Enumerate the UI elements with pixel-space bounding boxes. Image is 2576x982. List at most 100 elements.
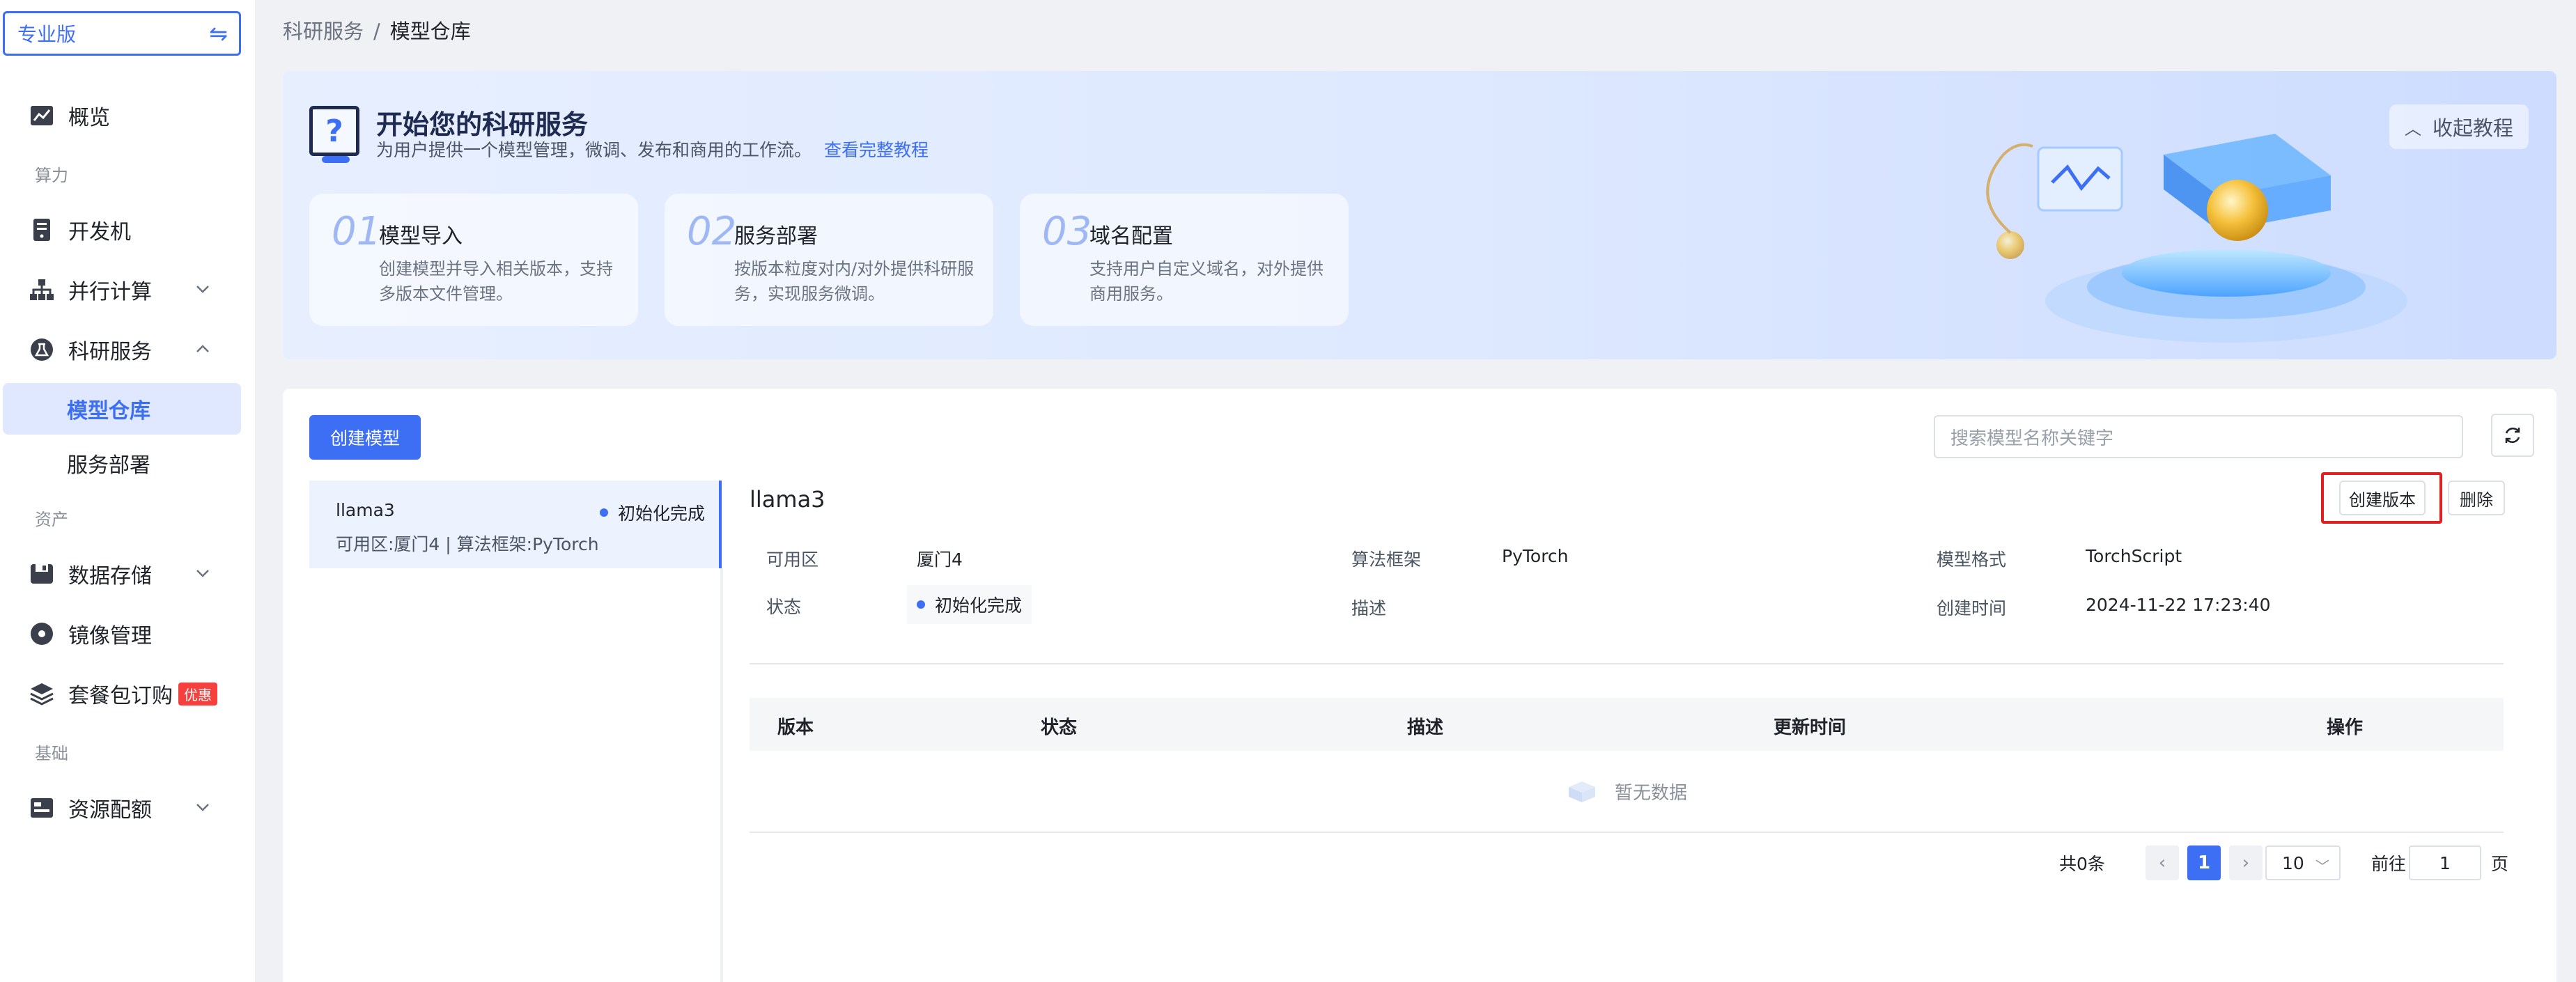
chevron-up-icon	[196, 345, 209, 352]
layers-icon	[28, 680, 56, 708]
sidebar-item-label: 科研服务	[68, 340, 152, 364]
column-header-desc: 描述	[1407, 717, 1444, 738]
promo-badge: 优惠	[178, 682, 217, 706]
created-value: 2024-11-22 17:23:40	[2086, 595, 2271, 615]
sidebar-item-label: 开发机	[68, 220, 131, 244]
tutorial-link[interactable]: 查看完整教程	[824, 140, 929, 160]
collapse-tutorial-label: 收起教程	[2432, 116, 2513, 140]
sidebar-item-label: 并行计算	[68, 280, 152, 304]
model-list-item[interactable]: llama3 初始化完成 可用区:厦门4 | 算法框架:PyTorch	[309, 481, 722, 568]
column-header-status: 状态	[1041, 717, 1078, 738]
disc-icon	[28, 620, 56, 648]
chevron-left-icon: ‹	[2158, 852, 2166, 873]
step-desc: 创建模型并导入相关版本，支持多版本文件管理。	[379, 259, 613, 304]
nav-group-basic: 基础	[35, 744, 68, 763]
question-icon-stand	[322, 156, 350, 163]
sidebar-item-label: 服务部署	[67, 453, 150, 478]
created-label: 创建时间	[1937, 598, 2007, 618]
storage-icon	[28, 560, 56, 588]
zone-value: 厦门4	[917, 550, 963, 570]
sidebar-item-resource-quota[interactable]: 资源配额	[0, 780, 255, 836]
edition-label: 专业版	[17, 23, 77, 46]
network-icon	[28, 276, 56, 304]
sidebar-item-label: 套餐包订购	[68, 684, 173, 708]
chart-icon	[28, 102, 56, 130]
banner-subtitle: 为用户提供一个模型管理，微调、发布和商用的工作流。 查看完整教程	[376, 137, 929, 162]
sidebar-item-label: 模型仓库	[67, 399, 150, 423]
goto-page-input[interactable]: 1	[2409, 845, 2481, 880]
swap-icon: ⇋	[209, 20, 228, 47]
refresh-button[interactable]	[2491, 414, 2534, 457]
divider	[750, 663, 2504, 664]
breadcrumb-separator: /	[373, 20, 380, 43]
sidebar-item-overview[interactable]: 概览	[0, 88, 255, 143]
search-input[interactable]: 搜索模型名称关键字	[1934, 415, 2463, 458]
status-text: 初始化完成	[935, 595, 1023, 616]
goto-prefix: 前往	[2371, 854, 2407, 874]
sidebar-item-service-deploy[interactable]: 服务部署	[0, 437, 255, 489]
status-dot	[599, 508, 608, 517]
page-size-select[interactable]: 10 ﹀	[2265, 845, 2341, 880]
chevron-up-icon: ︿	[2404, 118, 2421, 139]
breadcrumb: 科研服务 / 模型仓库	[283, 15, 471, 45]
sidebar-item-parallel[interactable]: 并行计算	[0, 262, 255, 318]
step-card-1: 01 模型导入 创建模型并导入相关版本，支持多版本文件管理。	[309, 194, 638, 326]
column-header-version: 版本	[777, 717, 814, 738]
step-title: 模型导入	[379, 224, 463, 249]
step-card-3: 03 域名配置 支持用户自定义域名，对外提供商用服务。	[1020, 194, 1349, 326]
empty-text: 暂无数据	[1614, 782, 1687, 804]
nav-group-assets: 资产	[35, 510, 68, 529]
detail-title: llama3	[750, 486, 825, 513]
goto-suffix: 页	[2491, 854, 2509, 874]
framework-value: PyTorch	[1502, 546, 1569, 566]
chevron-down-icon	[196, 804, 209, 811]
model-status: 初始化完成	[599, 500, 705, 525]
zone-label: 可用区	[766, 550, 819, 570]
page-number-button[interactable]: 1	[2187, 845, 2221, 880]
framework-label: 算法框架	[1351, 550, 1422, 570]
quota-icon	[28, 794, 56, 822]
sidebar-item-label: 概览	[68, 106, 110, 130]
step-number: 03	[1042, 209, 1092, 254]
sidebar-item-model-repo[interactable]: 模型仓库	[3, 383, 241, 435]
edition-switcher[interactable]: 专业版 ⇋	[3, 11, 241, 56]
prev-page-button[interactable]: ‹	[2146, 845, 2179, 880]
sidebar-item-label: 数据存储	[68, 564, 152, 589]
collapse-tutorial-button[interactable]: ︿ 收起教程	[2389, 104, 2529, 149]
column-header-actions: 操作	[2327, 717, 2364, 738]
flask-icon	[28, 336, 56, 364]
create-version-button[interactable]: 创建版本	[2339, 481, 2426, 515]
model-name: llama3	[336, 500, 395, 520]
sidebar: 专业版 ⇋ 概览 算力 开发机 并行计算 科研服务 模型仓库 服务部署 资产 数…	[0, 0, 255, 982]
step-card-2: 02 服务部署 按版本粒度对内/对外提供科研服务，实现服务微调。	[665, 194, 993, 326]
step-desc: 支持用户自定义域名，对外提供商用服务。	[1089, 259, 1324, 304]
tutorial-banner: ? 开始您的科研服务 为用户提供一个模型管理，微调、发布和商用的工作流。 查看完整…	[283, 71, 2556, 359]
step-number: 01	[332, 209, 382, 254]
chevron-down-icon: ﹀	[2315, 858, 2329, 875]
chevron-right-icon: ›	[2242, 852, 2250, 873]
model-meta: 可用区:厦门4 | 算法框架:PyTorch	[336, 534, 599, 554]
sidebar-item-research[interactable]: 科研服务	[0, 322, 255, 377]
delete-button[interactable]: 删除	[2448, 481, 2505, 515]
status-dot	[917, 600, 925, 609]
sidebar-item-dev-machine[interactable]: 开发机	[0, 202, 255, 258]
empty-box-icon	[1568, 781, 1595, 802]
status-badge: 初始化完成	[907, 585, 1032, 624]
sidebar-item-image-mgmt[interactable]: 镜像管理	[0, 606, 255, 662]
nav-group-compute: 算力	[35, 166, 68, 185]
sidebar-item-package[interactable]: 套餐包订购 优惠	[0, 666, 255, 722]
sidebar-item-label: 镜像管理	[68, 624, 152, 648]
banner-illustration	[1986, 134, 2407, 343]
step-title: 服务部署	[734, 224, 818, 249]
sidebar-item-data-storage[interactable]: 数据存储	[0, 546, 255, 602]
server-icon	[28, 216, 56, 244]
question-icon: ?	[309, 106, 359, 156]
next-page-button[interactable]: ›	[2229, 845, 2263, 880]
chevron-down-icon	[196, 570, 209, 577]
breadcrumb-current: 模型仓库	[389, 20, 471, 43]
breadcrumb-parent[interactable]: 科研服务	[283, 20, 364, 43]
pagination-total: 共0条	[2059, 854, 2105, 874]
create-model-button[interactable]: 创建模型	[309, 415, 421, 460]
column-header-updated: 更新时间	[1774, 717, 1847, 738]
page-size-value: 10	[2282, 852, 2304, 873]
